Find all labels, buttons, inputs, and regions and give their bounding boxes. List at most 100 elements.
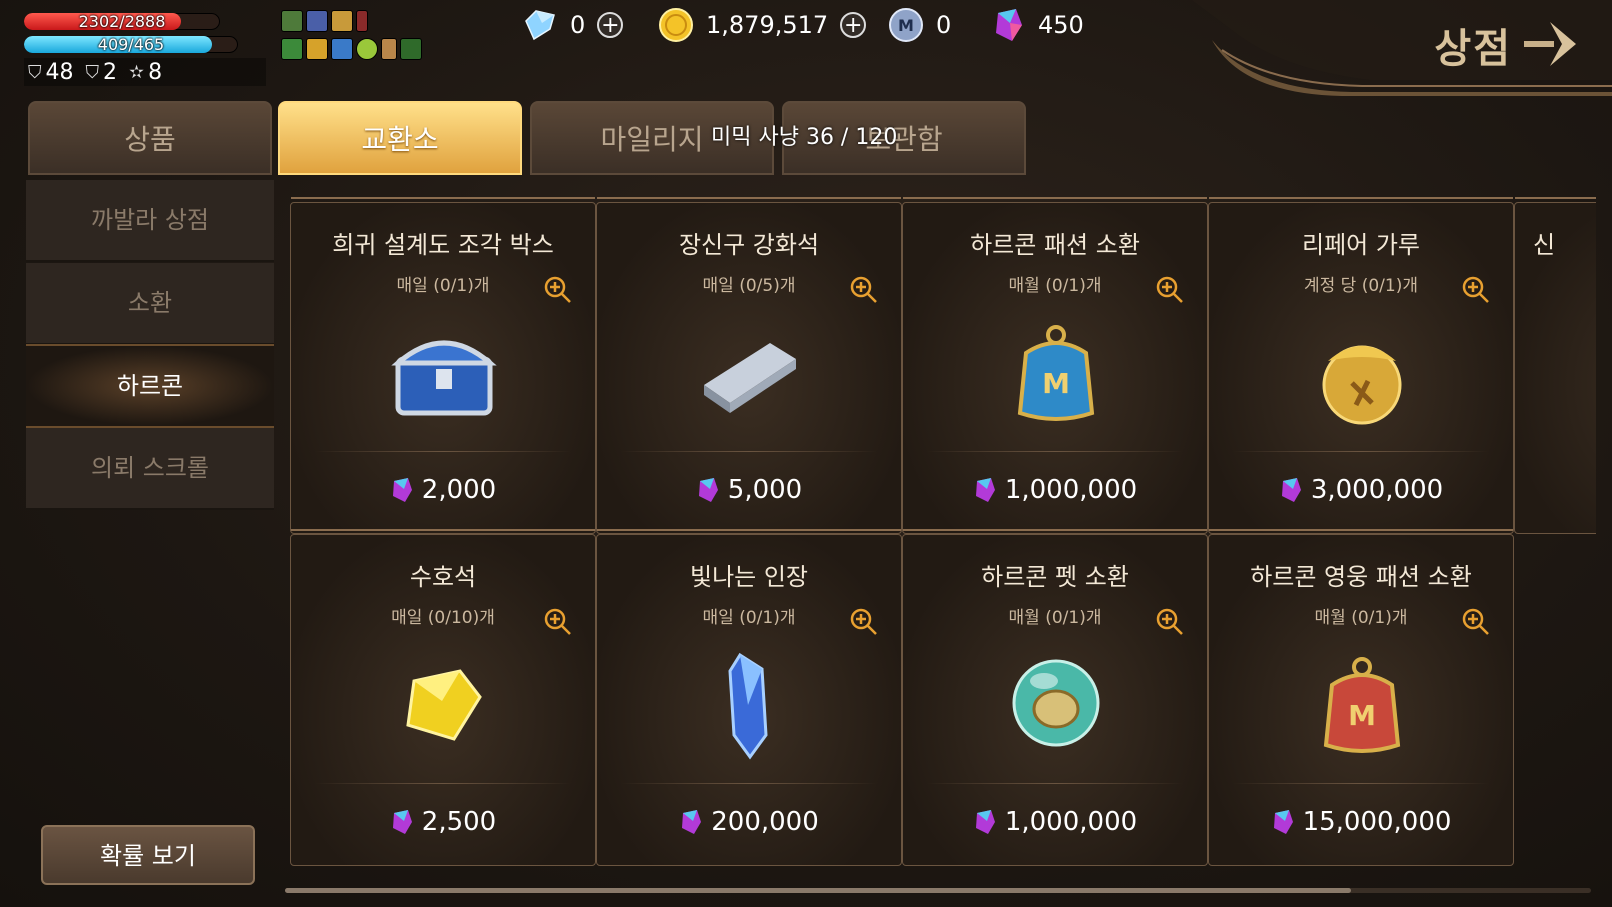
zoom-in-icon[interactable] [849,607,879,637]
card-ornament [903,197,1207,209]
stat-star-value: 8 [148,59,163,85]
card-ornament [597,529,901,541]
currency-mythic-gem: 450 [990,4,1084,46]
shop-item-card-partial[interactable]: 신 [1514,197,1596,534]
tab-products[interactable]: 상품 [28,101,272,175]
mythic-gem-icon [996,9,1022,41]
item-name: 신 [1533,231,1556,259]
sidebar-item-request-scroll[interactable]: 의뢰 스크롤 [26,428,274,510]
pet-orb-icon [1012,659,1100,747]
star-icon: ✫ [129,61,145,83]
fashion-bag-blue-icon: M [1017,325,1095,421]
hunt-counter: 미믹 사냥 36 / 120 [711,125,898,150]
shop-item-card[interactable]: 희귀 설계도 조각 박스 매일 (0/1)개 2,000 [290,197,596,534]
mythic-gem-icon [392,478,412,502]
scrollbar-thumb[interactable] [285,888,1351,893]
shop-item-card[interactable]: 수호석 매일 (0/10)개 2,500 [290,529,596,866]
card-divider [1233,451,1489,452]
card-divider [315,783,571,784]
blue-crystal-icon [728,652,768,760]
zoom-in-icon[interactable] [543,275,573,305]
stat-resist-value: 2 [103,59,117,85]
zoom-in-icon[interactable] [1461,275,1491,305]
mythic-gem-amount: 450 [1038,11,1084,39]
shop-item-card[interactable]: 빛나는 인장 매일 (0/1)개 200,000 [596,529,902,866]
card-ornament [1209,529,1513,541]
zoom-in-icon[interactable] [1155,607,1185,637]
item-price: 5,000 [597,475,901,505]
card-divider [1233,783,1489,784]
buff-icon[interactable] [306,38,328,60]
shop-title-banner: 상점 [1192,0,1612,96]
repair-powder-bag-icon [1322,345,1402,425]
add-gold-button[interactable]: + [840,12,867,38]
stat-defense: ⛉ 48 [28,60,74,85]
back-arrow-icon[interactable] [1520,14,1590,74]
shop-item-card[interactable]: 하르콘 펫 소환 매월 (0/1)개 1,000,000 [902,529,1208,866]
card-ornament [903,529,1207,541]
zoom-in-icon[interactable] [1155,275,1185,305]
card-divider [927,783,1183,784]
view-probability-button[interactable]: 확률 보기 [41,825,255,885]
item-name: 장신구 강화석 [678,231,820,259]
stat-resist: ⛉ 2 [86,60,118,85]
yellow-gem-icon [406,669,482,741]
page-title: 상점 [1434,26,1512,72]
card-ornament [291,529,595,541]
svg-text:M: M [898,16,914,35]
mp-text: 409/465 [97,36,165,53]
hp-text: 2302/2888 [78,13,166,30]
item-name: 하르콘 펫 소환 [981,563,1129,591]
buff-icon[interactable] [381,38,397,60]
buff-icon[interactable] [281,10,303,32]
item-name: 희귀 설계도 조각 박스 [332,231,554,259]
buff-icon[interactable] [331,10,353,32]
shop-item-card[interactable]: 하르콘 영웅 패션 소환 매월 (0/1)개 M 15,000,000 [1208,529,1514,866]
zoom-in-icon[interactable] [849,275,879,305]
buff-icon[interactable] [356,38,378,60]
add-diamond-button[interactable]: + [597,12,624,38]
mythic-gem-icon [1273,810,1293,834]
shop-screen: 2302/2888 409/465 ⛉ 48 ⛉ 2 ✫ 8 0 + 1,879,51… [0,0,1612,907]
buff-icon[interactable] [356,10,368,32]
item-price-value: 1,000,000 [1004,475,1138,505]
zoom-in-icon[interactable] [1461,607,1491,637]
item-name: 하르콘 패션 소환 [970,231,1140,259]
mythic-gem-icon [392,810,412,834]
item-grid: 희귀 설계도 조각 박스 매일 (0/1)개 2,000 장신구 강화석 매일 … [290,196,1596,872]
zoom-in-icon[interactable] [543,607,573,637]
item-price: 3,000,000 [1209,475,1513,505]
item-name: 빛나는 인장 [689,563,809,591]
sidebar-item-summon[interactable]: 소환 [26,263,274,345]
sidebar-item-harcon[interactable]: 하르콘 [26,344,274,428]
item-price-value: 1,000,000 [1004,807,1138,837]
svg-text:M: M [1042,367,1070,400]
item-price: 2,500 [291,807,595,837]
item-price: 15,000,000 [1209,807,1513,837]
buff-icon[interactable] [281,38,303,60]
tab-exchange[interactable]: 교환소 [278,101,522,175]
treasure-chest-icon [391,340,497,416]
silver-ingot-icon [704,343,796,413]
shop-item-card[interactable]: 장신구 강화석 매일 (0/5)개 5,000 [596,197,902,534]
currency-mileage: M 0 [888,4,951,46]
buff-icon[interactable] [400,38,422,60]
item-name: 리페어 가루 [1301,231,1421,259]
shop-item-card[interactable]: 리페어 가루 계정 당 (0/1)개 3,000,000 [1208,197,1514,534]
currency-diamond: 0 + [522,4,624,46]
mileage-amount: 0 [936,11,952,39]
item-price-value: 2,000 [421,475,497,505]
shop-item-card[interactable]: 하르콘 패션 소환 매월 (0/1)개 M 1,000,000 [902,197,1208,534]
item-price: 200,000 [597,807,901,837]
item-price: 1,000,000 [903,475,1207,505]
shield-plus-icon: ⛉ [85,61,100,83]
sidebar-item-kabbalah-shop[interactable]: 까발라 상점 [26,180,274,262]
horizontal-scrollbar[interactable] [285,888,1591,893]
buff-icon[interactable] [331,38,353,60]
card-ornament [1209,197,1513,209]
card-divider [621,783,877,784]
mp-bar: 409/465 [24,36,238,53]
card-ornament [1515,197,1596,209]
buff-icon[interactable] [306,10,328,32]
gold-amount: 1,879,517 [706,11,829,39]
